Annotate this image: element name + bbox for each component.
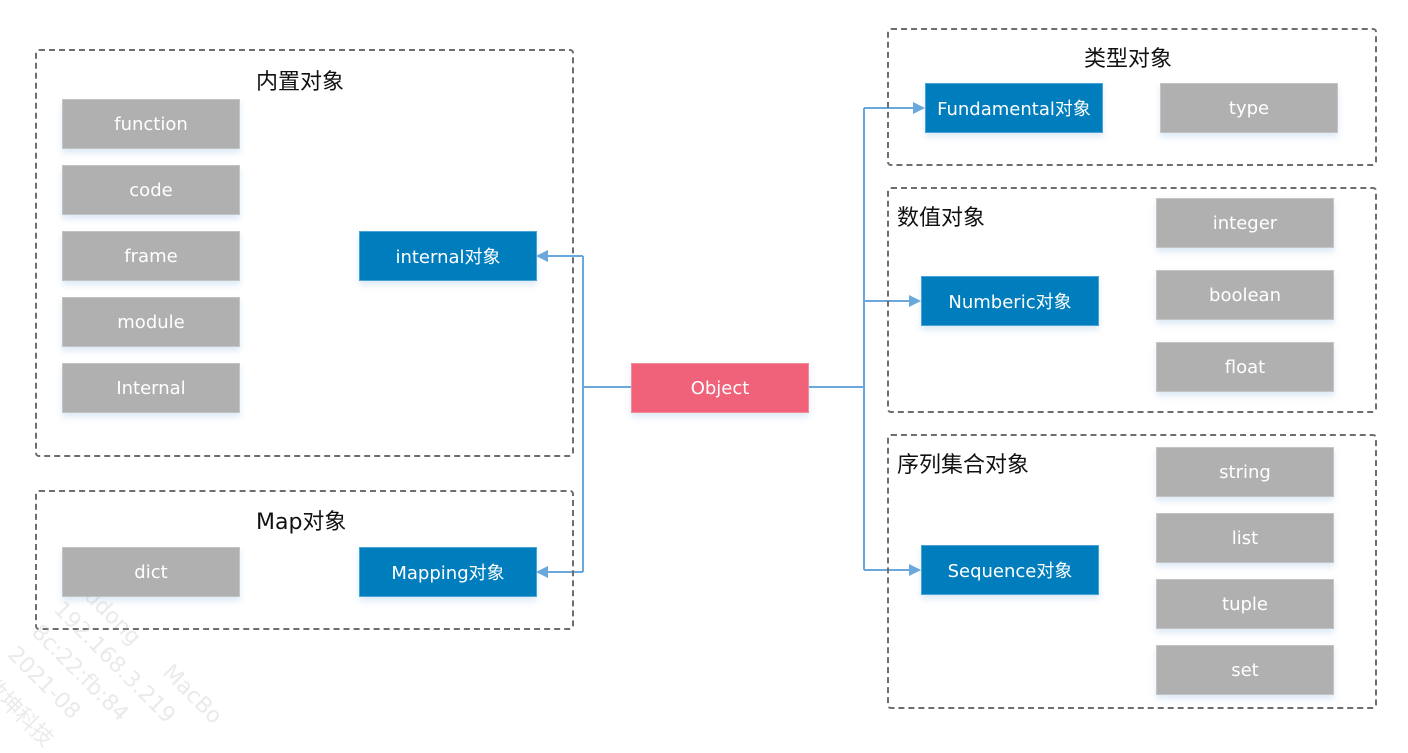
node-float[interactable]: float xyxy=(1156,342,1334,392)
node-boolean[interactable]: boolean xyxy=(1156,270,1334,320)
node-object-root[interactable]: Object xyxy=(631,363,809,413)
node-numberic-category[interactable]: Numberic对象 xyxy=(921,276,1099,326)
node-set[interactable]: set xyxy=(1156,645,1334,695)
node-sequence-category[interactable]: Sequence对象 xyxy=(921,545,1099,595)
node-type[interactable]: type xyxy=(1160,83,1338,133)
node-string[interactable]: string xyxy=(1156,447,1334,497)
node-function[interactable]: function xyxy=(62,99,240,149)
node-fundamental-category[interactable]: Fundamental对象 xyxy=(925,83,1103,133)
group-type-title: 类型对象 xyxy=(1084,47,1173,72)
group-numeric-title: 数值对象 xyxy=(897,206,986,231)
node-code[interactable]: code xyxy=(62,165,240,215)
node-mapping-category[interactable]: Mapping对象 xyxy=(359,547,537,597)
node-list[interactable]: list xyxy=(1156,513,1334,563)
group-builtin-title: 内置对象 xyxy=(256,70,345,95)
node-frame[interactable]: frame xyxy=(62,231,240,281)
node-module[interactable]: module xyxy=(62,297,240,347)
node-tuple[interactable]: tuple xyxy=(1156,579,1334,629)
node-internal-category[interactable]: internal对象 xyxy=(359,231,537,281)
group-map-title: Map对象 xyxy=(256,510,347,535)
node-internal-leaf[interactable]: Internal xyxy=(62,363,240,413)
node-integer[interactable]: integer xyxy=(1156,198,1334,248)
group-sequence-title: 序列集合对象 xyxy=(897,453,1030,478)
